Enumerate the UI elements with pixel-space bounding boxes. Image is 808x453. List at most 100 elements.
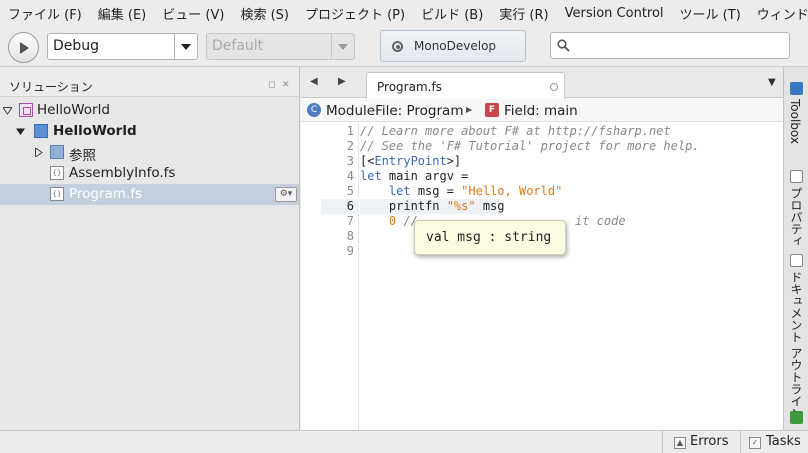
code-string: "Hello, World" xyxy=(461,184,563,198)
path-field[interactable]: Field: main xyxy=(504,103,578,119)
code-line-3[interactable]: [<EntryPoint>] xyxy=(360,154,461,169)
code-token: [< xyxy=(360,154,375,168)
status-bar: ▲ Errors ✓ Tasks xyxy=(0,430,808,453)
code-line-5[interactable]: let msg = "Hello, World" xyxy=(360,184,562,199)
warning-icon: ▲ xyxy=(674,437,686,449)
play-icon xyxy=(19,41,29,54)
tree-item-label: AssemblyInfo.fs xyxy=(69,165,176,181)
gear-icon[interactable]: ⚙▾ xyxy=(275,187,297,202)
toolbar: Debug Default MonoDevelop xyxy=(0,26,808,67)
menu-run[interactable]: 実行 (R) xyxy=(499,4,548,23)
run-button[interactable] xyxy=(8,32,39,63)
code-token: main argv = xyxy=(381,169,469,183)
solution-pane: ソリューション ◻ ✕ HelloWorld HelloWorld 参照 {} … xyxy=(0,67,300,430)
expander-expanded-icon[interactable] xyxy=(16,127,25,136)
tree-item-solution[interactable]: HelloWorld xyxy=(0,100,299,121)
dock-toolbox[interactable]: Toolbox xyxy=(788,99,802,144)
chart-icon[interactable] xyxy=(790,411,803,424)
code-string: "%s" xyxy=(446,199,476,213)
menu-build[interactable]: ビルド (B) xyxy=(421,4,483,23)
search-icon xyxy=(557,39,570,52)
status-separator xyxy=(740,431,741,453)
solution-pane-header: ソリューション ◻ ✕ xyxy=(0,67,299,97)
line-number: 2 xyxy=(346,139,354,153)
project-icon xyxy=(34,124,48,138)
menu-project[interactable]: プロジェクト (P) xyxy=(305,4,405,23)
dock-document-outline[interactable]: ドキュメント アウトライン xyxy=(788,271,805,419)
properties-icon xyxy=(790,170,803,183)
fsharp-file-icon: {} xyxy=(50,187,64,201)
dock-pane-icon[interactable]: ◻ xyxy=(268,80,275,90)
line-number: 5 xyxy=(346,184,354,198)
tree-item-assemblyinfo[interactable]: {} AssemblyInfo.fs xyxy=(0,163,299,184)
code-line-2[interactable]: // See the 'F# Tutorial' project for mor… xyxy=(360,139,700,154)
menu-view[interactable]: ビュー (V) xyxy=(162,4,224,23)
document-outline-icon xyxy=(790,254,803,267)
close-icon[interactable]: ✕ xyxy=(282,80,290,90)
references-folder-icon xyxy=(50,145,64,159)
code-keyword: let xyxy=(388,184,411,198)
path-module[interactable]: ModuleFile: Program xyxy=(326,103,463,119)
status-area: MonoDevelop xyxy=(380,30,526,62)
search-box[interactable] xyxy=(550,32,790,59)
code-line-7[interactable]: 0 // xyxy=(360,214,418,229)
platform-select[interactable]: Default xyxy=(206,33,355,60)
chevron-down-icon xyxy=(174,34,197,59)
tasks-button[interactable]: Tasks xyxy=(766,434,801,449)
tree-item-label: Program.fs xyxy=(69,186,143,202)
tree-item-label: HelloWorld xyxy=(37,102,110,118)
line-number: 7 xyxy=(346,214,354,228)
dock-properties[interactable]: プロパティ xyxy=(788,187,805,247)
tree-item-program[interactable]: {} Program.fs ⚙▾ xyxy=(0,184,299,205)
path-separator-icon: ▶ xyxy=(466,105,473,114)
code-line-1[interactable]: // Learn more about F# at http://fsharp.… xyxy=(360,124,671,139)
code-token: printfn xyxy=(388,199,447,213)
expander-expanded-icon[interactable] xyxy=(3,106,12,115)
code-line-7-tail: it code xyxy=(575,214,626,229)
module-icon: C xyxy=(307,103,321,117)
status-text: MonoDevelop xyxy=(414,39,497,53)
close-tab-icon[interactable] xyxy=(550,83,558,91)
menu-window[interactable]: ウィンドウ (W) xyxy=(757,4,808,23)
errors-button[interactable]: Errors xyxy=(690,434,728,449)
field-icon: F xyxy=(485,103,499,117)
tree-item-references[interactable]: 参照 xyxy=(0,142,299,164)
menu-search[interactable]: 検索 (S) xyxy=(240,4,289,23)
fsharp-file-icon: {} xyxy=(50,166,64,180)
tab-program-fs[interactable]: Program.fs xyxy=(366,72,565,99)
menu-version-control[interactable]: Version Control xyxy=(565,6,664,21)
platform-value: Default xyxy=(212,38,264,54)
nav-back-icon[interactable]: ◀ xyxy=(310,76,318,87)
code-line-6[interactable]: printfn "%s" msg xyxy=(360,199,505,214)
path-bar: C ModuleFile: Program ▶ F Field: main xyxy=(301,99,783,122)
checkbox-icon: ✓ xyxy=(749,437,761,449)
expander-collapsed-icon[interactable] xyxy=(34,148,43,157)
mono-status-icon xyxy=(392,41,403,52)
tree-item-label: HelloWorld xyxy=(53,123,137,139)
line-number: 6 xyxy=(346,199,354,213)
line-number-gutter: 1 2 3 4 5 6 7 8 9 xyxy=(301,123,359,430)
nav-forward-icon[interactable]: ▶ xyxy=(338,76,346,87)
menu-tools[interactable]: ツール (T) xyxy=(680,4,741,23)
menu-file[interactable]: ファイル (F) xyxy=(8,4,82,23)
configuration-value: Debug xyxy=(53,38,100,54)
editor-pane: ◀ ▶ Program.fs ▼ C ModuleFile: Program ▶… xyxy=(301,67,783,430)
configuration-select[interactable]: Debug xyxy=(47,33,198,60)
line-number: 4 xyxy=(346,169,354,183)
code-comment: it code xyxy=(575,214,626,228)
line-number: 9 xyxy=(346,244,354,258)
tab-label: Program.fs xyxy=(377,80,442,94)
toolbox-icon xyxy=(790,82,803,95)
code-token: msg xyxy=(475,199,505,213)
menu-edit[interactable]: 編集 (E) xyxy=(98,4,147,23)
line-number: 1 xyxy=(346,124,354,138)
search-input[interactable] xyxy=(577,36,782,55)
solution-icon xyxy=(19,103,33,117)
tab-list-dropdown-icon[interactable]: ▼ xyxy=(768,77,776,88)
status-separator xyxy=(662,431,663,453)
tree-item-project[interactable]: HelloWorld xyxy=(0,121,299,142)
code-line-4[interactable]: let main argv = xyxy=(360,169,468,184)
